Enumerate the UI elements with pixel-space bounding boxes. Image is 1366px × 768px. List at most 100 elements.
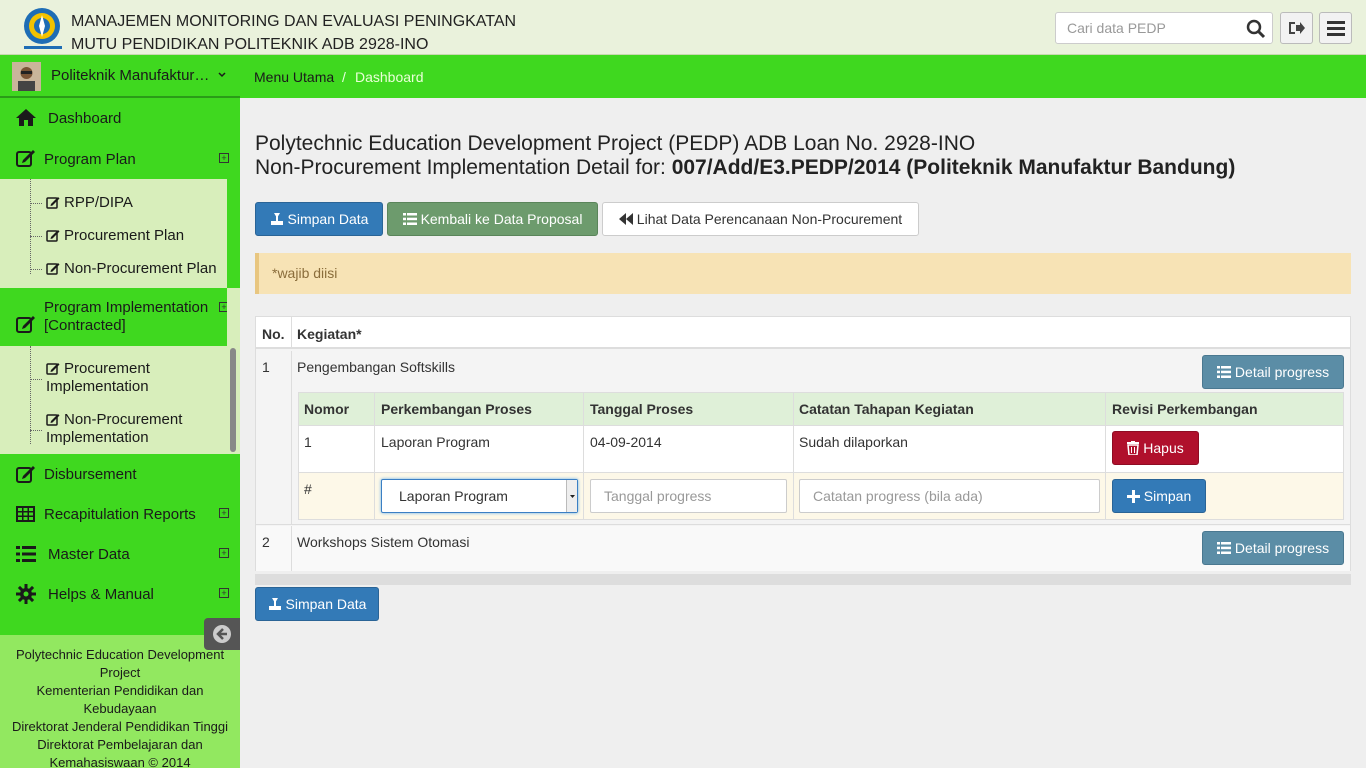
col-revisi: Revisi Perkembangan [1112, 401, 1258, 417]
tree-branch [30, 203, 42, 204]
sidebar: Politeknik Manufaktur Bandung Dashboard … [0, 55, 240, 768]
sidebar-item-program-implementation[interactable]: Program Implementation [Contracted] + [0, 288, 240, 346]
add-save-button[interactable]: Simpan [1112, 479, 1206, 513]
breadcrumb-separator: / [342, 69, 346, 85]
divider [291, 526, 292, 571]
search-box[interactable] [1055, 12, 1273, 44]
logout-button[interactable] [1280, 12, 1313, 44]
list-icon [1216, 542, 1231, 554]
edit-icon [46, 412, 61, 426]
row-number: 2 [262, 534, 270, 550]
edit-icon [16, 315, 36, 333]
breadcrumb-menu-utama[interactable]: Menu Utama [254, 69, 334, 85]
main-content: Polytechnic Education Development Projec… [240, 98, 1366, 768]
col-activity: Kegiatan* [297, 326, 362, 342]
footer-line: Kemahasiswaan © 2014 [49, 755, 191, 768]
trash-icon [1127, 441, 1140, 455]
collapse-sidebar-button[interactable] [204, 618, 240, 650]
sidebar-item-program-plan[interactable]: Program Plan + [0, 138, 240, 179]
divider [374, 393, 375, 519]
sidebar-item-disbursement[interactable]: Disbursement [0, 454, 240, 494]
detail-progress-button[interactable]: Detail progress [1202, 531, 1344, 565]
table-row: 2 Workshops Sistem Otomasi Detail progre… [256, 526, 1350, 571]
edit-icon [46, 361, 61, 375]
catatan-value: Sudah dilaporkan [799, 434, 908, 450]
footer-line: Kebudayaan [83, 701, 157, 716]
date-input[interactable] [590, 479, 787, 513]
note-input[interactable] [799, 479, 1100, 513]
save-data-bottom-button[interactable]: Simpan Data [255, 587, 379, 621]
sidebar-item-recapitulation-reports[interactable]: Recapitulation Reports + [0, 494, 240, 534]
unit-name[interactable]: Politeknik Manufaktur Bandung [51, 67, 213, 84]
chevron-down-icon[interactable] [218, 72, 226, 78]
footer-line: Kementerian Pendidikan dan [36, 683, 204, 698]
save-data-button[interactable]: Simpan Data [255, 202, 383, 236]
breadcrumb: Menu Utama / Dashboard [240, 55, 1366, 98]
activity-table: No. Kegiatan* 1 Pengembangan Softskills … [255, 316, 1351, 571]
table-row: 1 Pengembangan Softskills Detail progres… [256, 351, 1350, 525]
hamburger-icon [1326, 20, 1345, 36]
expand-icon[interactable]: + [219, 588, 229, 598]
sidebar-subitem-non-procurement-plan[interactable]: Non-Procurement Plan [46, 260, 217, 278]
new-progress-row: # Laporan Program Simpan [299, 473, 1343, 519]
program-implementation-submenu: Procurement Implementation Non-Procureme… [0, 346, 227, 454]
button-label: Detail progress [1234, 364, 1330, 380]
process-select[interactable]: Laporan Program [381, 479, 578, 513]
menu-toggle-button[interactable] [1319, 12, 1352, 44]
backward-icon [618, 213, 633, 225]
divider [291, 317, 292, 349]
plus-icon [1126, 489, 1140, 503]
sidebar-item-label: Program Plan [44, 151, 136, 168]
tree-line [30, 179, 31, 274]
sidebar-footer: Polytechnic Education Development Projec… [0, 635, 240, 768]
edit-icon [16, 465, 36, 483]
logo [20, 6, 66, 52]
label-line1: Program Implementation [44, 299, 209, 316]
new-row-marker: # [304, 481, 312, 497]
list-icon [1216, 366, 1231, 378]
sidebar-subitem-rpp[interactable]: RPP/DIPA [46, 194, 133, 212]
gear-icon [16, 584, 36, 604]
table-horizontal-scrollbar[interactable] [255, 574, 1351, 585]
back-to-proposal-button[interactable]: Kembali ke Data Proposal [387, 202, 598, 236]
edit-icon [46, 195, 61, 209]
sidebar-scrollbar-thumb[interactable] [230, 348, 236, 452]
edit-icon [46, 261, 61, 275]
sidebar-item-label: Recapitulation Reports [44, 506, 196, 523]
subitem-label-line2: Implementation [46, 378, 149, 395]
divider [291, 351, 292, 525]
progress-table: Nomor Perkembangan Proses Tanggal Proses… [298, 392, 1344, 520]
detail-progress-button[interactable]: Detail progress [1202, 355, 1344, 389]
save-icon [270, 212, 284, 226]
sidebar-subitem-procurement-plan[interactable]: Procurement Plan [46, 227, 184, 245]
sidebar-item-label: Helps & Manual [48, 586, 154, 603]
expand-icon[interactable]: + [219, 153, 229, 163]
page-title: Polytechnic Education Development Projec… [255, 132, 1235, 180]
delete-button[interactable]: Hapus [1112, 431, 1199, 465]
sidebar-item-dashboard[interactable]: Dashboard [0, 98, 240, 138]
search-input[interactable] [1056, 13, 1241, 43]
col-perkembangan: Perkembangan Proses [381, 401, 532, 417]
sidebar-subitem-non-procurement-implementation[interactable]: Non-Procurement Implementation [46, 411, 182, 447]
edit-icon [46, 228, 61, 242]
list-icon [16, 546, 36, 562]
expand-icon[interactable]: + [219, 508, 229, 518]
col-no: No. [262, 326, 285, 342]
program-plan-submenu: RPP/DIPA Procurement Plan Non-Procuremen… [0, 179, 227, 288]
sidebar-item-master-data[interactable]: Master Data + [0, 534, 240, 574]
search-icon[interactable] [1246, 19, 1266, 39]
footer-line: Direktorat Jenderal Pendidikan Tinggi [11, 719, 229, 734]
chevron-down-icon[interactable] [566, 480, 577, 512]
unit-selector[interactable]: Politeknik Manufaktur Bandung [0, 55, 240, 98]
activity-name: Pengembangan Softskills [297, 359, 455, 375]
divider [1105, 393, 1106, 519]
sidebar-subitem-procurement-implementation[interactable]: Procurement Implementation [46, 360, 150, 396]
progress-row: 1 Laporan Program 04-09-2014 Sudah dilap… [299, 426, 1343, 473]
sidebar-item-helps-manual[interactable]: Helps & Manual + [0, 574, 240, 614]
button-label: Kembali ke Data Proposal [420, 211, 583, 227]
expand-icon[interactable]: + [219, 548, 229, 558]
top-bar: MANAJEMEN MONITORING DAN EVALUASI PENING… [0, 0, 1366, 55]
view-plan-button[interactable]: Lihat Data Perencanaan Non-Procurement [602, 202, 919, 236]
divider [793, 393, 794, 519]
progress-header: Nomor Perkembangan Proses Tanggal Proses… [299, 393, 1343, 426]
